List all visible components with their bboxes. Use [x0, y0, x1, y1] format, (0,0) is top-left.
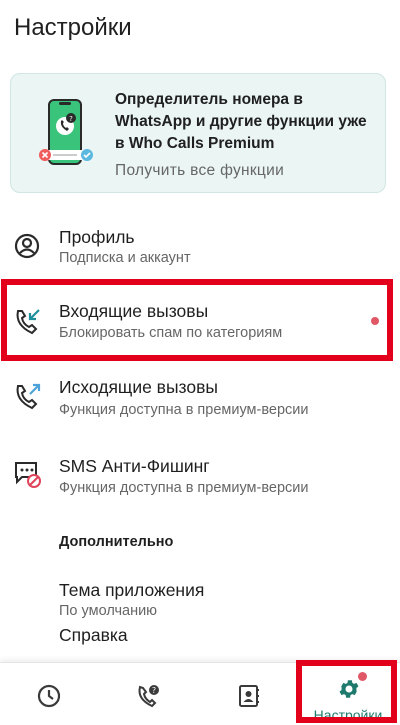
clock-icon	[37, 684, 61, 708]
item-subtitle: Подписка и аккаунт	[59, 250, 191, 266]
nav-tab-caller-id[interactable]: ?	[107, 663, 187, 725]
settings-item-outgoing-calls[interactable]: Исходящие вызовы Функция доступна в прем…	[0, 366, 400, 436]
highlight-frame-incoming	[1, 279, 393, 361]
item-subtitle: Функция доступна в премиум-версии	[59, 480, 309, 496]
contacts-icon	[239, 685, 259, 707]
account-circle-icon	[14, 233, 40, 259]
item-title: SMS Анти-Фишинг	[59, 456, 210, 476]
svg-text:?: ?	[152, 686, 156, 695]
phone-question-icon: ?	[138, 685, 159, 708]
item-title: Исходящие вызовы	[59, 377, 218, 397]
item-subtitle: Функция доступна в премиум-версии	[59, 402, 309, 418]
premium-promo-card[interactable]: ? Определитель номера в WhatsApp и други…	[10, 73, 386, 193]
promo-cta-link[interactable]: Получить все функции	[115, 162, 284, 180]
item-title: Тема приложения	[59, 580, 205, 600]
nav-tab-contacts[interactable]	[208, 663, 288, 725]
item-title: Справка	[59, 625, 128, 645]
highlight-frame-settings-tab	[296, 660, 397, 723]
outgoing-call-icon	[16, 383, 41, 410]
phone-illustration-icon: ?	[39, 99, 93, 165]
settings-item-profile[interactable]: Профиль Подписка и аккаунт	[0, 215, 400, 285]
section-header-additional: Дополнительно	[59, 534, 174, 550]
nav-tab-history[interactable]	[8, 663, 88, 725]
settings-item-sms-antiphishing[interactable]: SMS Анти-Фишинг Функция доступна в преми…	[0, 443, 400, 513]
promo-title: Определитель номера в WhatsApp и другие …	[115, 91, 367, 152]
item-title: Профиль	[59, 227, 135, 247]
svg-text:?: ?	[69, 115, 73, 123]
sms-antiphishing-icon	[15, 462, 41, 488]
